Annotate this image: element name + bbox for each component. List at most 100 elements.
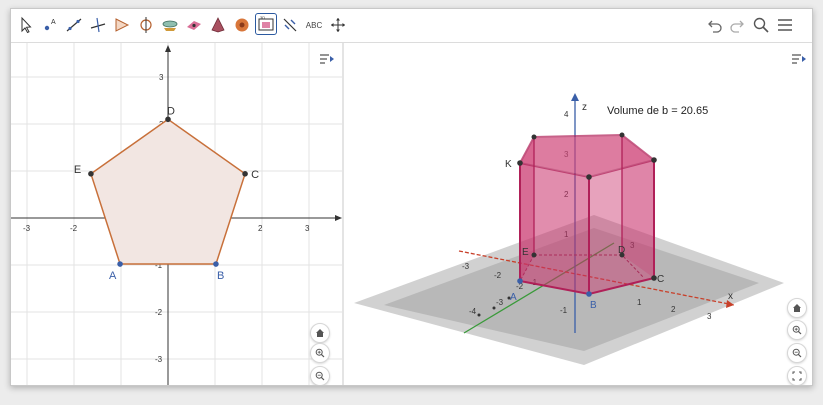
search-button[interactable]	[751, 15, 771, 35]
line-icon	[66, 18, 82, 32]
y-tick-label: -3	[155, 355, 163, 364]
home-icon	[316, 329, 324, 337]
search-icon	[753, 17, 769, 33]
volume-text: Volume de b = 20.65	[607, 105, 708, 117]
pentagon	[90, 118, 246, 265]
fullscreen-button-3d[interactable]	[787, 366, 807, 385]
svg-text:3D: 3D	[260, 15, 265, 20]
z-tick-label: 4	[564, 110, 569, 119]
point-label: B	[217, 270, 224, 282]
point-d	[165, 116, 171, 123]
circle-tool[interactable]	[135, 14, 157, 36]
plane-icon	[187, 21, 201, 30]
y-tick-label: 3	[159, 73, 164, 82]
polygon-tool[interactable]	[111, 14, 133, 36]
sphere-tool[interactable]	[231, 14, 253, 36]
move-graphics-tool[interactable]	[327, 14, 349, 36]
z-tick-label: -1	[560, 306, 568, 315]
vertex-label: A	[510, 292, 517, 303]
cursor-arrow-icon	[21, 16, 32, 34]
view-tool[interactable]: 3D	[255, 13, 277, 35]
point-label: D	[167, 105, 175, 117]
reflect-tool[interactable]	[279, 14, 301, 36]
z-axis-label: z	[582, 102, 587, 113]
pyramid-tool[interactable]	[207, 14, 229, 36]
circle-axis-icon	[140, 17, 152, 33]
y-tick-label: -3	[496, 298, 504, 307]
style-bar-icon	[320, 54, 334, 64]
y-axis-arrow	[165, 45, 171, 52]
perpendicular-tool[interactable]	[87, 14, 109, 36]
view-in-front-icon: 3D	[258, 15, 274, 31]
vertex-label: E	[522, 247, 529, 258]
y-tick-label: -4	[469, 307, 477, 316]
x-tick-label: -2	[70, 224, 78, 233]
x-tick-label: 2	[671, 305, 676, 314]
home-icon	[793, 304, 801, 312]
intersect-tool[interactable]	[159, 14, 181, 36]
hamburger-menu-icon	[778, 19, 792, 31]
x-tick-label: -3	[23, 224, 31, 233]
fullscreen-icon	[792, 371, 802, 381]
pentagonal-prism[interactable]	[517, 132, 657, 297]
redo-icon	[730, 20, 744, 33]
zoom-in-icon	[315, 348, 325, 358]
point-tool[interactable]: A	[39, 14, 61, 36]
move-cross-icon	[331, 18, 345, 32]
zoom-out-button-3d[interactable]	[787, 343, 807, 363]
vertex-label: C	[657, 274, 664, 285]
sphere-icon	[235, 18, 249, 32]
point-a	[117, 261, 123, 267]
vertex-label: K	[505, 159, 512, 170]
text-tool-label: ABC	[305, 20, 323, 30]
x-tick-label: -3	[462, 262, 470, 271]
x-tick-label: 1	[637, 298, 642, 307]
undo-button[interactable]	[705, 15, 725, 35]
vertex-label: B	[590, 300, 597, 311]
reflect-icon	[283, 18, 297, 32]
point-e	[88, 171, 94, 177]
home-button-2d[interactable]	[310, 323, 330, 343]
point-icon: A	[44, 19, 56, 31]
style-bar-toggle-2d[interactable]	[317, 51, 337, 67]
perpendicular-icon	[90, 17, 106, 33]
triangle-icon	[115, 18, 130, 32]
x-axis-label: x	[728, 291, 733, 302]
menu-button[interactable]	[775, 15, 795, 35]
zoom-in-button-3d[interactable]	[787, 320, 807, 340]
graphics-view-3d[interactable]: -4 -3 -2 3 x -3 -2 -1 1 2 3 z 4 3 2 1 -1	[344, 43, 812, 385]
zoom-in-icon	[792, 325, 802, 335]
x-tick-label: -2	[494, 271, 502, 280]
y-tick-label: -2	[155, 308, 163, 317]
plane-tool[interactable]	[183, 14, 205, 36]
point-b	[213, 261, 219, 267]
zoom-out-icon	[792, 348, 802, 358]
undo-icon	[708, 20, 722, 33]
z-axis-arrow	[571, 93, 579, 101]
pyramid-icon	[211, 17, 225, 33]
home-button-3d[interactable]	[787, 298, 807, 318]
point-label: E	[74, 164, 81, 176]
redo-button[interactable]	[727, 15, 747, 35]
x-tick-label: 2	[258, 224, 263, 233]
move-tool[interactable]	[15, 14, 37, 36]
point-label: A	[109, 270, 117, 282]
line-tool[interactable]	[63, 14, 85, 36]
style-bar-toggle-3d[interactable]	[789, 51, 809, 67]
vertex-label: D	[618, 245, 625, 256]
x-tick-label: 3	[707, 312, 712, 321]
style-bar-icon	[792, 54, 806, 64]
graphics-2d-canvas[interactable]: -3-2-10123321-1-2-3DCBAE	[11, 29, 357, 385]
zoom-out-icon	[315, 371, 325, 381]
point-label: C	[251, 169, 259, 181]
svg-text:A: A	[51, 19, 56, 26]
graphics-view-2d[interactable]: -3-2-10123321-1-2-3DCBAE	[11, 29, 357, 385]
graphics-3d-canvas[interactable]: -4 -3 -2 3 x -3 -2 -1 1 2 3 z 4 3 2 1 -1	[344, 43, 812, 385]
zoom-in-button-2d[interactable]	[310, 343, 330, 363]
text-tool[interactable]: ABC	[303, 14, 325, 36]
x-axis-arrow	[335, 215, 342, 221]
zoom-out-button-2d[interactable]	[310, 366, 330, 385]
x-tick-label: 3	[305, 224, 310, 233]
geogebra-window: A 3D ABC -3 -2 2 3 3 -1 -2 -3 D C B A E …	[10, 8, 813, 386]
point-c	[242, 171, 248, 177]
